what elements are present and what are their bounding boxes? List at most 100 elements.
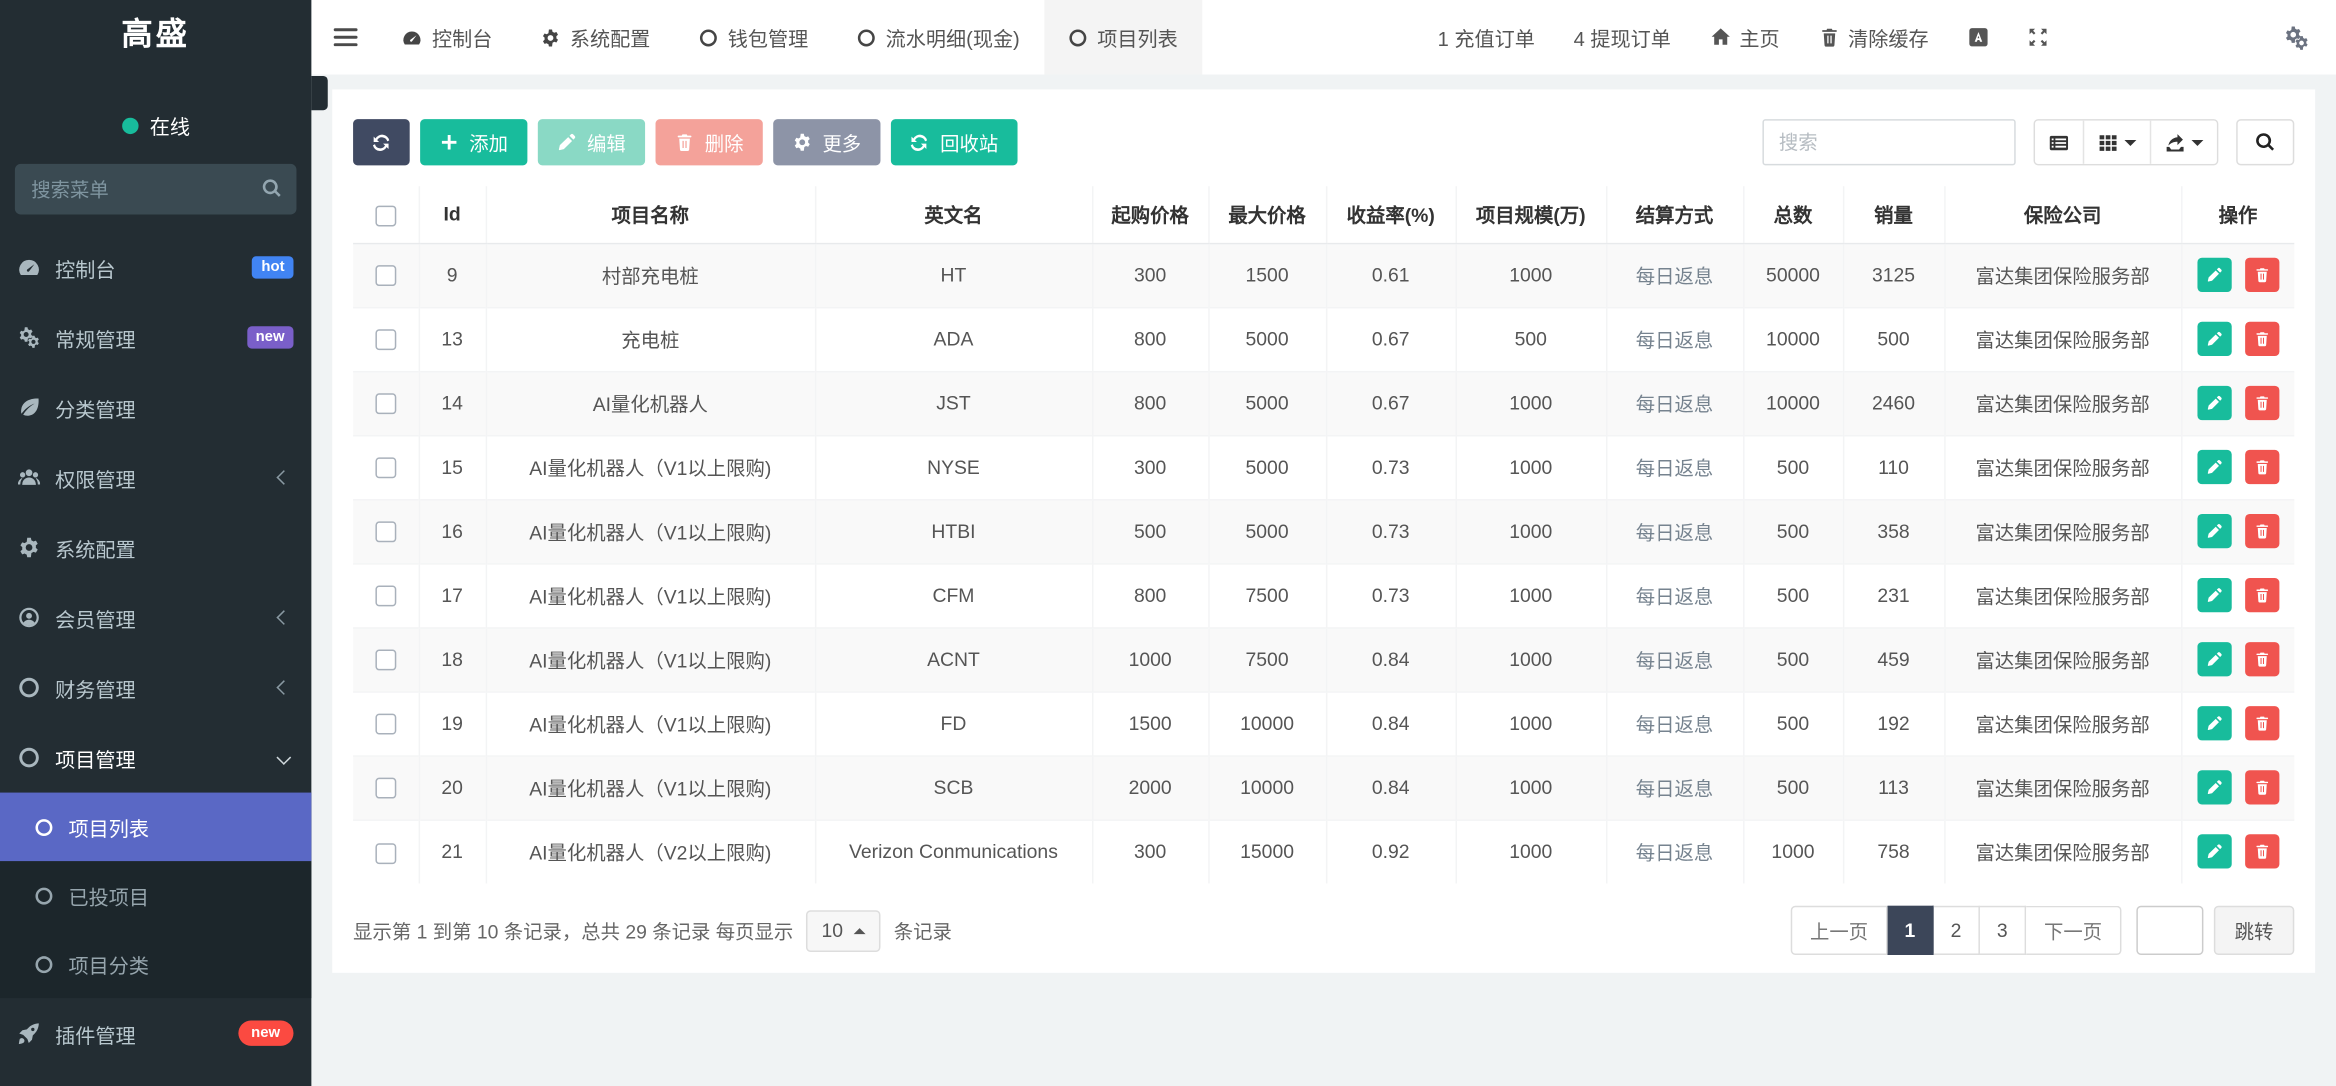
- recharge-orders-link[interactable]: 1 充值订单: [1438, 22, 1535, 52]
- add-button[interactable]: 添加: [420, 119, 527, 165]
- row-edit-button[interactable]: [2197, 706, 2231, 740]
- row-delete-button[interactable]: [2244, 642, 2278, 676]
- row-delete-button[interactable]: [2244, 578, 2278, 612]
- cell-settle-method: 每日返息: [1606, 819, 1743, 883]
- row-checkbox[interactable]: [375, 586, 396, 607]
- sidebar-item-label: 权限管理: [55, 463, 278, 493]
- columns-button[interactable]: [2083, 121, 2150, 164]
- circle-icon: [34, 817, 53, 836]
- export-button[interactable]: [2150, 121, 2217, 164]
- prev-page-button[interactable]: 上一页: [1791, 906, 1888, 955]
- tab-cash-flow[interactable]: 流水明细(现金): [832, 0, 1044, 74]
- edit-button[interactable]: 编辑: [538, 119, 645, 165]
- search-submit-button[interactable]: [2236, 119, 2294, 165]
- tab-dashboard[interactable]: 控制台: [378, 0, 516, 74]
- row-edit-button[interactable]: [2197, 514, 2231, 548]
- sidebar-item-project-category[interactable]: 项目分类: [0, 930, 311, 999]
- sidebar-item-projects[interactable]: 项目管理: [0, 723, 311, 793]
- cell-id: 13: [419, 307, 486, 371]
- row-checkbox[interactable]: [375, 522, 396, 543]
- row-edit-button[interactable]: [2197, 258, 2231, 292]
- jump-page-input[interactable]: [2136, 906, 2203, 955]
- sidebar-item-sysconfig[interactable]: 系统配置: [0, 512, 311, 582]
- cell-min-price: 1000: [1092, 627, 1208, 691]
- row-delete-button[interactable]: [2244, 835, 2278, 869]
- sidebar-item-project-list[interactable]: 项目列表: [0, 793, 311, 862]
- row-checkbox[interactable]: [375, 778, 396, 799]
- row-checkbox[interactable]: [375, 458, 396, 479]
- gear-icon: [793, 133, 812, 152]
- sidebar-toggle-notch[interactable]: [311, 76, 327, 110]
- trash-icon: [1818, 27, 1839, 48]
- withdraw-orders-link[interactable]: 4 提现订单: [1574, 22, 1671, 52]
- sidebar-item-members[interactable]: 会员管理: [0, 583, 311, 653]
- row-checkbox[interactable]: [375, 843, 396, 864]
- sidebar-search-input[interactable]: [15, 164, 297, 215]
- gears-icon: [18, 326, 40, 348]
- sidebar-item-auth[interactable]: 权限管理: [0, 442, 311, 512]
- sidebar-item-general[interactable]: 常规管理 new: [0, 302, 311, 372]
- cell-total: 500: [1743, 691, 1843, 755]
- sidebar-item-plugins[interactable]: 插件管理 new: [0, 998, 311, 1068]
- row-edit-button[interactable]: [2197, 386, 2231, 420]
- settings-gears-icon[interactable]: [2284, 25, 2309, 50]
- row-checkbox[interactable]: [375, 330, 396, 351]
- page: 高盛 在线 控制台 hot 常规管理 new 分类管理: [0, 0, 2336, 1086]
- row-delete-button[interactable]: [2244, 322, 2278, 356]
- table-search-input[interactable]: [1762, 119, 2015, 165]
- row-checkbox[interactable]: [375, 394, 396, 415]
- page-2-button[interactable]: 2: [1934, 906, 1980, 955]
- hamburger-menu-icon[interactable]: [311, 0, 378, 74]
- sidebar-item-finance[interactable]: 财务管理: [0, 653, 311, 723]
- row-edit-button[interactable]: [2197, 450, 2231, 484]
- cell-settle-method: 每日返息: [1606, 563, 1743, 627]
- row-delete-button[interactable]: [2244, 450, 2278, 484]
- clear-cache-link[interactable]: 清除缓存: [1818, 22, 1928, 52]
- tab-project-list[interactable]: 项目列表: [1044, 0, 1202, 74]
- row-delete-button[interactable]: [2244, 514, 2278, 548]
- cell-min-price: 2000: [1092, 755, 1208, 819]
- fullscreen-toggle[interactable]: [2027, 27, 2048, 48]
- row-select-cell: [353, 755, 419, 819]
- row-checkbox[interactable]: [375, 266, 396, 287]
- tab-sysconfig[interactable]: 系统配置: [516, 0, 674, 74]
- recycle-bin-button[interactable]: 回收站: [891, 119, 1018, 165]
- tab-wallet[interactable]: 钱包管理: [674, 0, 832, 74]
- row-edit-button[interactable]: [2197, 578, 2231, 612]
- sidebar-item-category[interactable]: 分类管理: [0, 372, 311, 442]
- plus-icon: [439, 133, 458, 152]
- row-edit-button[interactable]: [2197, 642, 2231, 676]
- select-all-checkbox[interactable]: [375, 205, 396, 226]
- row-delete-button[interactable]: [2244, 258, 2278, 292]
- pencil-icon: [2206, 459, 2222, 475]
- row-checkbox[interactable]: [375, 714, 396, 735]
- cell-scale: 1000: [1456, 563, 1606, 627]
- sidebar-item-dashboard[interactable]: 控制台 hot: [0, 232, 311, 302]
- sidebar-item-invested-projects[interactable]: 已投项目: [0, 861, 311, 930]
- language-switch[interactable]: [1967, 27, 1988, 48]
- row-delete-button[interactable]: [2244, 706, 2278, 740]
- more-label: 更多: [822, 128, 861, 156]
- page-3-button[interactable]: 3: [1980, 906, 2026, 955]
- page-size-select[interactable]: 10: [807, 910, 881, 952]
- row-delete-button[interactable]: [2244, 386, 2278, 420]
- page-1-button[interactable]: 1: [1888, 906, 1934, 955]
- cell-max-price: 7500: [1208, 627, 1326, 691]
- jump-button[interactable]: 跳转: [2214, 906, 2294, 955]
- trash-icon: [2253, 523, 2269, 539]
- row-edit-button[interactable]: [2197, 322, 2231, 356]
- home-link[interactable]: 主页: [1710, 22, 1780, 52]
- cell-scale: 500: [1456, 307, 1606, 371]
- chevron-left-icon: [276, 610, 291, 625]
- row-delete-button[interactable]: [2244, 770, 2278, 804]
- cell-total: 50000: [1743, 243, 1843, 307]
- common-search-toggle-button[interactable]: [2035, 121, 2083, 164]
- next-page-button[interactable]: 下一页: [2026, 906, 2121, 955]
- row-edit-button[interactable]: [2197, 835, 2231, 869]
- cell-project-name: AI量化机器人（V1以上限购): [486, 755, 815, 819]
- refresh-button[interactable]: [353, 119, 410, 165]
- row-checkbox[interactable]: [375, 650, 396, 671]
- more-button[interactable]: 更多: [773, 119, 880, 165]
- row-edit-button[interactable]: [2197, 770, 2231, 804]
- delete-button[interactable]: 删除: [656, 119, 763, 165]
